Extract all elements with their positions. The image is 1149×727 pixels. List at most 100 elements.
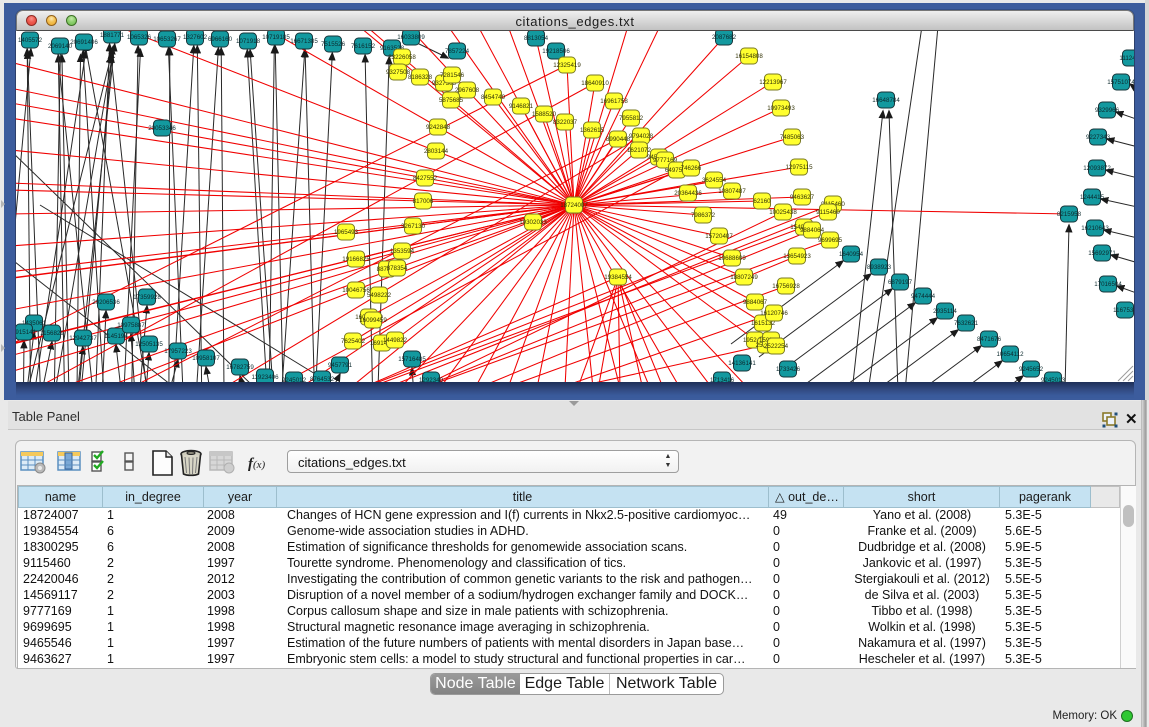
svg-text:10719185: 10719185 [262, 34, 290, 41]
svg-text:10654112: 10654112 [996, 351, 1024, 358]
svg-text:7625402: 7625402 [341, 338, 366, 345]
svg-text:9227343: 9227343 [1086, 134, 1111, 141]
svg-text:10688609: 10688609 [718, 255, 746, 262]
svg-text:19384554: 19384554 [604, 274, 632, 281]
svg-text:62160: 62160 [753, 198, 771, 205]
svg-text:7955812: 7955812 [619, 115, 644, 122]
svg-text:13654923: 13654923 [783, 253, 811, 260]
svg-text:20364436: 20364436 [674, 190, 702, 197]
svg-text:9699695: 9699695 [818, 237, 843, 244]
svg-text:1156829: 1156829 [40, 330, 64, 337]
svg-text:878354: 878354 [387, 265, 408, 272]
svg-text:20206536: 20206536 [92, 299, 120, 306]
svg-text:12975115: 12975115 [785, 164, 813, 171]
svg-text:8938923: 8938923 [867, 264, 892, 271]
svg-text:9245013: 9245013 [1041, 377, 1066, 382]
svg-text:8186328: 8186328 [408, 74, 433, 81]
svg-text:3267130: 3267130 [401, 223, 426, 230]
svg-text:1713416: 1713416 [710, 377, 735, 382]
svg-text:10975887: 10975887 [117, 322, 145, 329]
svg-text:8990448: 8990448 [606, 136, 631, 143]
svg-text:9884064: 9884064 [800, 227, 825, 234]
svg-text:1071918: 1071918 [236, 38, 261, 45]
svg-text:16961758: 16961758 [600, 98, 628, 105]
svg-text:16210643: 16210643 [1081, 225, 1109, 232]
svg-text:9794028: 9794028 [629, 133, 654, 140]
svg-text:16120746: 16120746 [760, 310, 788, 317]
svg-text:18640910: 18640910 [581, 80, 609, 87]
svg-text:7281546: 7281546 [440, 72, 465, 79]
svg-text:9327508: 9327508 [386, 69, 411, 76]
svg-text:19166825: 19166825 [342, 256, 370, 263]
svg-text:15720407: 15720407 [705, 233, 733, 240]
svg-text:817006: 817006 [413, 198, 434, 205]
svg-text:1327602: 1327602 [183, 34, 208, 41]
svg-text:12325419: 12325419 [553, 62, 581, 69]
svg-text:16671385: 16671385 [290, 38, 318, 45]
svg-text:9245012: 9245012 [282, 377, 307, 382]
svg-text:9245652: 9245652 [1019, 366, 1044, 373]
svg-text:16033809: 16033809 [397, 34, 425, 41]
svg-text:17957223: 17957223 [164, 348, 192, 355]
svg-text:7857224: 7857224 [445, 48, 470, 55]
svg-text:10973493: 10973493 [767, 105, 795, 112]
svg-text:1112471: 1112471 [1119, 55, 1134, 62]
svg-text:1881771: 1881771 [100, 32, 125, 39]
svg-text:10653267: 10653267 [153, 36, 181, 43]
svg-text:3624554: 3624554 [702, 177, 727, 184]
svg-text:20053346: 20053346 [148, 125, 176, 132]
svg-text:20691406: 20691406 [70, 39, 98, 46]
svg-text:17359928: 17359928 [133, 294, 161, 301]
svg-text:5875685: 5875685 [439, 97, 464, 104]
svg-text:15692971: 15692971 [1088, 250, 1116, 257]
svg-text:9242848: 9242848 [426, 124, 451, 131]
svg-text:8322037: 8322037 [553, 119, 578, 126]
svg-text:8215958: 8215958 [1057, 211, 1082, 218]
svg-text:10807487: 10807487 [718, 188, 746, 195]
svg-text:3915141: 3915141 [16, 329, 37, 336]
svg-text:8813054: 8813054 [524, 35, 549, 42]
svg-text:11923406: 11923406 [251, 374, 279, 381]
svg-text:6879197: 6879197 [888, 279, 913, 286]
svg-text:16782759: 16782759 [226, 364, 254, 371]
svg-text:1065326: 1065326 [127, 34, 152, 41]
svg-text:2087682: 2087682 [712, 34, 737, 41]
svg-text:15751074: 15751074 [1107, 79, 1134, 86]
svg-text:(x): (x) [253, 459, 266, 471]
svg-text:19302033: 19302033 [519, 219, 547, 226]
svg-text:12093872: 12093872 [1083, 165, 1111, 172]
svg-text:1588520: 1588520 [532, 111, 557, 118]
svg-text:15716485: 15716485 [398, 356, 426, 363]
svg-text:7616152: 7616152 [351, 43, 376, 50]
svg-text:7485063: 7485063 [780, 134, 805, 141]
svg-text:7632621: 7632621 [954, 320, 979, 327]
svg-text:1353594: 1353594 [390, 248, 415, 255]
svg-text:7986372: 7986372 [691, 212, 716, 219]
svg-text:1362615: 1362615 [580, 127, 605, 134]
svg-text:9146821: 9146821 [509, 103, 534, 110]
svg-text:10025438: 10025438 [769, 209, 797, 216]
svg-text:16648784: 16648784 [872, 97, 900, 104]
svg-text:1167534: 1167534 [1113, 307, 1134, 314]
svg-text:746266: 746266 [681, 165, 702, 172]
svg-text:16099459: 16099459 [359, 317, 387, 324]
svg-text:12942737: 12942737 [69, 335, 97, 342]
svg-text:9463627: 9463627 [790, 194, 815, 201]
svg-text:1640954: 1640954 [839, 251, 864, 258]
svg-text:1449822: 1449822 [383, 337, 408, 344]
svg-text:1965493: 1965493 [334, 229, 359, 236]
svg-text:1733426: 1733426 [776, 366, 801, 373]
svg-text:9329966: 9329966 [1095, 107, 1120, 114]
svg-text:8427552: 8427552 [413, 175, 438, 182]
svg-text:2069140: 2069140 [48, 43, 73, 50]
svg-text:18807249: 18807249 [730, 274, 758, 281]
svg-text:18724007: 18724007 [560, 202, 588, 209]
svg-text:12213967: 12213967 [759, 79, 787, 86]
svg-text:9474444: 9474444 [911, 293, 936, 300]
svg-text:14136141: 14136141 [728, 360, 756, 367]
svg-text:8471676: 8471676 [977, 336, 1002, 343]
svg-text:23226058: 23226058 [388, 54, 416, 61]
svg-text:9457791: 9457791 [328, 362, 353, 369]
svg-text:9115460: 9115460 [816, 209, 840, 216]
svg-text:12505135: 12505135 [135, 341, 163, 348]
